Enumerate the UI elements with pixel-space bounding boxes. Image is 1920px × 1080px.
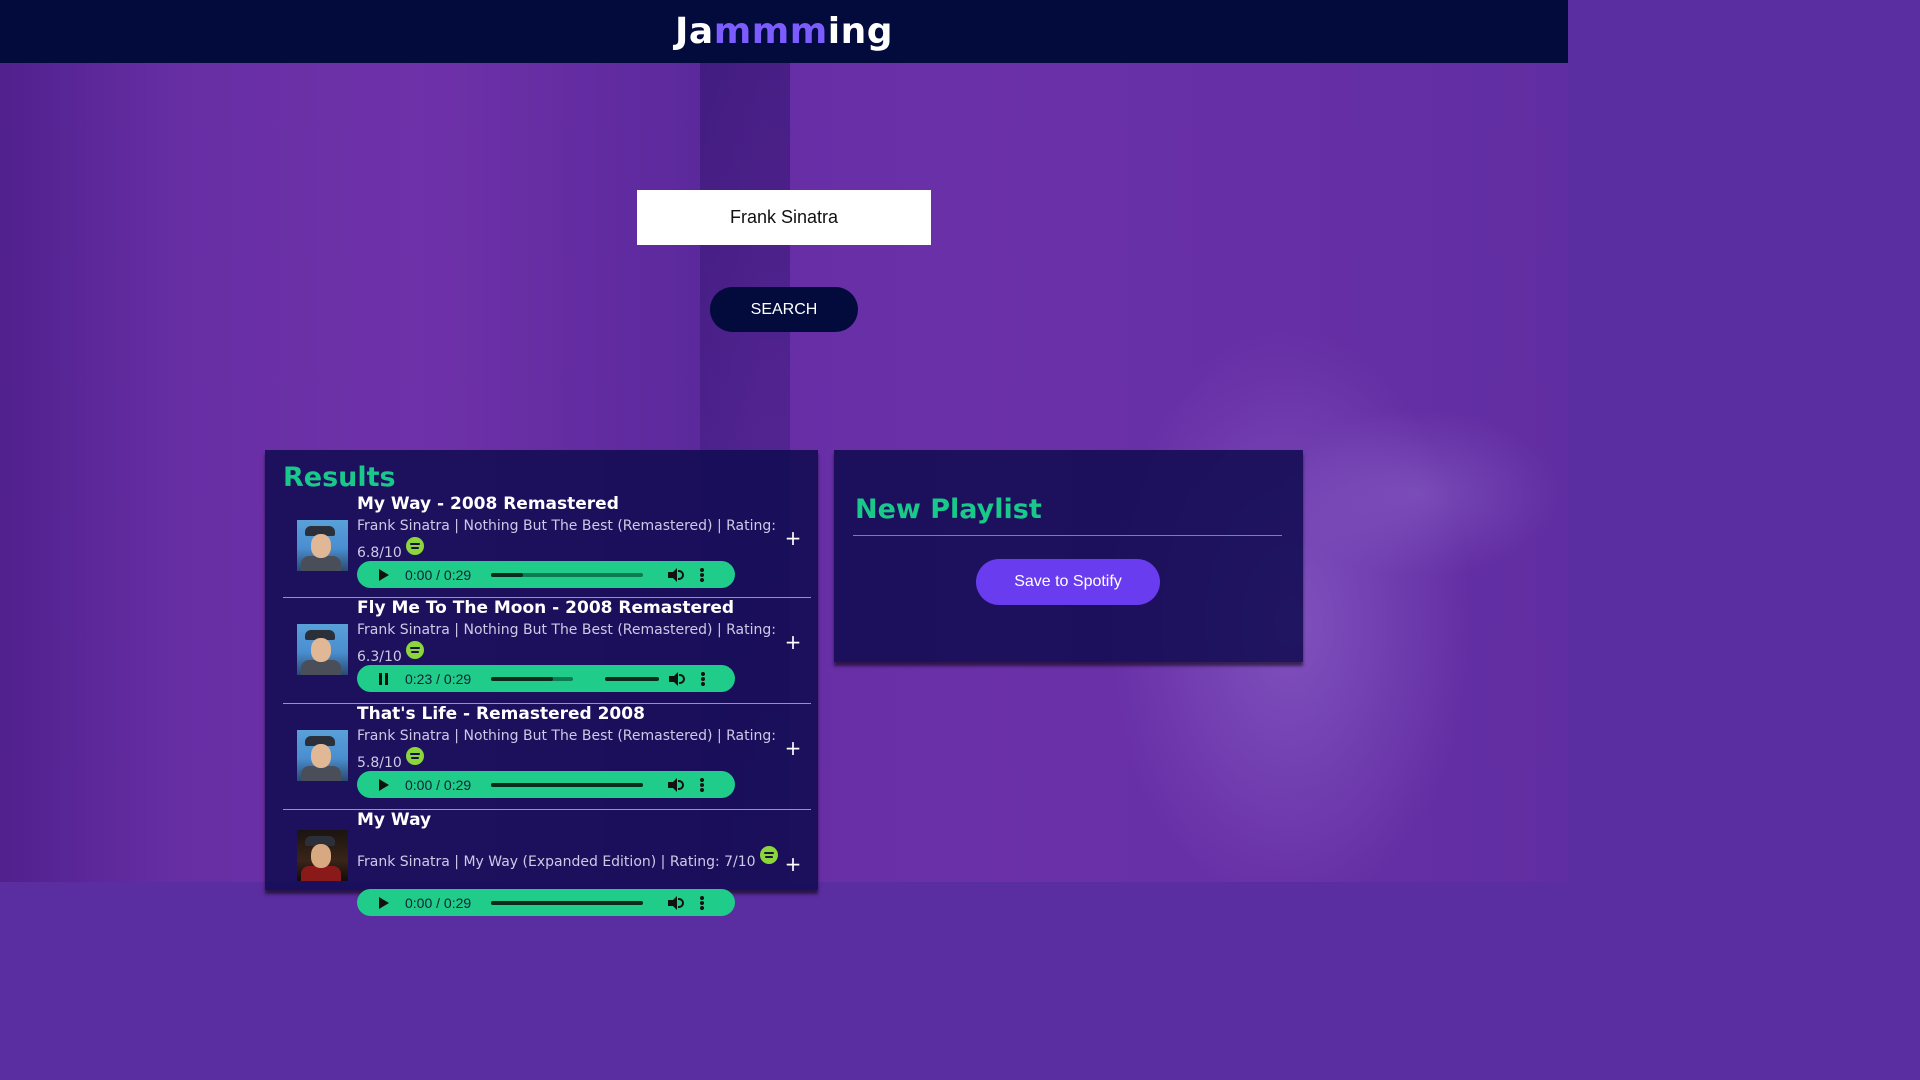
spotify-icon[interactable] [405, 537, 424, 555]
play-icon[interactable] [377, 896, 391, 910]
app-header: Jammming [0, 0, 1568, 63]
audio-player: 0:00 / 0:29 [357, 561, 735, 588]
volume-icon[interactable] [669, 671, 685, 686]
progress-fill [491, 572, 523, 577]
more-vertical-icon[interactable] [700, 567, 704, 582]
audio-player: 0:23 / 0:29 [357, 665, 735, 692]
track-name: That's Life - Remastered 2008 [357, 704, 645, 724]
spotify-icon[interactable] [405, 641, 424, 659]
track-item: My Way Frank Sinatra | My Way (Expanded … [283, 810, 811, 916]
progress-bar[interactable] [491, 900, 643, 905]
app-logo: Jammming [675, 11, 893, 52]
album-cover [297, 830, 348, 881]
player-time: 0:00 / 0:29 [405, 894, 472, 911]
more-vertical-icon[interactable] [700, 895, 704, 910]
add-track-button[interactable]: + [783, 632, 803, 652]
logo-part-1: Ja [675, 11, 714, 52]
results-panel: Results My Way - 2008 Remastered Frank S… [265, 450, 818, 916]
track-item: My Way - 2008 Remastered Frank Sinatra |… [283, 494, 811, 598]
progress-bar[interactable] [491, 676, 573, 681]
progress-fill [491, 676, 553, 681]
track-info-text: Frank Sinatra | My Way (Expanded Edition… [357, 854, 756, 870]
play-icon[interactable] [377, 778, 391, 792]
track-info: Frank Sinatra | Nothing But The Best (Re… [357, 516, 777, 564]
progress-fill [491, 900, 643, 905]
results-title: Results [283, 462, 396, 493]
logo-part-2: mmm [713, 11, 828, 52]
album-cover [297, 624, 348, 675]
volume-icon[interactable] [668, 567, 684, 582]
progress-fill [491, 782, 643, 787]
volume-slider[interactable] [605, 676, 659, 681]
add-track-button[interactable]: + [783, 738, 803, 758]
track-name: My Way - 2008 Remastered [357, 494, 619, 514]
add-track-button[interactable]: + [783, 854, 803, 874]
album-cover [297, 520, 348, 571]
audio-player: 0:00 / 0:29 [357, 889, 735, 916]
volume-icon[interactable] [668, 777, 684, 792]
more-vertical-icon[interactable] [700, 777, 704, 792]
track-name: My Way [357, 810, 432, 830]
pause-icon[interactable] [377, 672, 391, 686]
add-track-button[interactable]: + [783, 528, 803, 548]
logo-part-3: ing [827, 11, 893, 52]
progress-bar[interactable] [491, 782, 643, 787]
playlist-panel: New Playlist Save to Spotify [834, 450, 1303, 662]
playlist-title[interactable]: New Playlist [855, 494, 1042, 525]
play-icon[interactable] [377, 568, 391, 582]
track-item: Fly Me To The Moon - 2008 Remastered Fra… [283, 598, 811, 704]
spotify-icon[interactable] [759, 846, 778, 864]
track-info: Frank Sinatra | Nothing But The Best (Re… [357, 726, 777, 774]
track-info: Frank Sinatra | Nothing But The Best (Re… [357, 620, 777, 668]
player-time: 0:00 / 0:29 [405, 776, 472, 793]
audio-player: 0:00 / 0:29 [357, 771, 735, 798]
track-info: Frank Sinatra | My Way (Expanded Edition… [357, 846, 787, 873]
save-to-spotify-button[interactable]: Save to Spotify [976, 559, 1160, 605]
track-name: Fly Me To The Moon - 2008 Remastered [357, 598, 735, 618]
search-input[interactable] [637, 190, 931, 245]
spotify-icon[interactable] [405, 747, 424, 765]
playlist-divider [853, 535, 1282, 536]
progress-bar[interactable] [491, 572, 643, 577]
player-time: 0:00 / 0:29 [405, 566, 472, 583]
album-cover [297, 730, 348, 781]
search-button[interactable]: SEARCH [710, 287, 858, 332]
track-item: That's Life - Remastered 2008 Frank Sina… [283, 704, 811, 810]
volume-icon[interactable] [668, 895, 684, 910]
player-time: 0:23 / 0:29 [405, 670, 472, 687]
more-vertical-icon[interactable] [701, 671, 705, 686]
